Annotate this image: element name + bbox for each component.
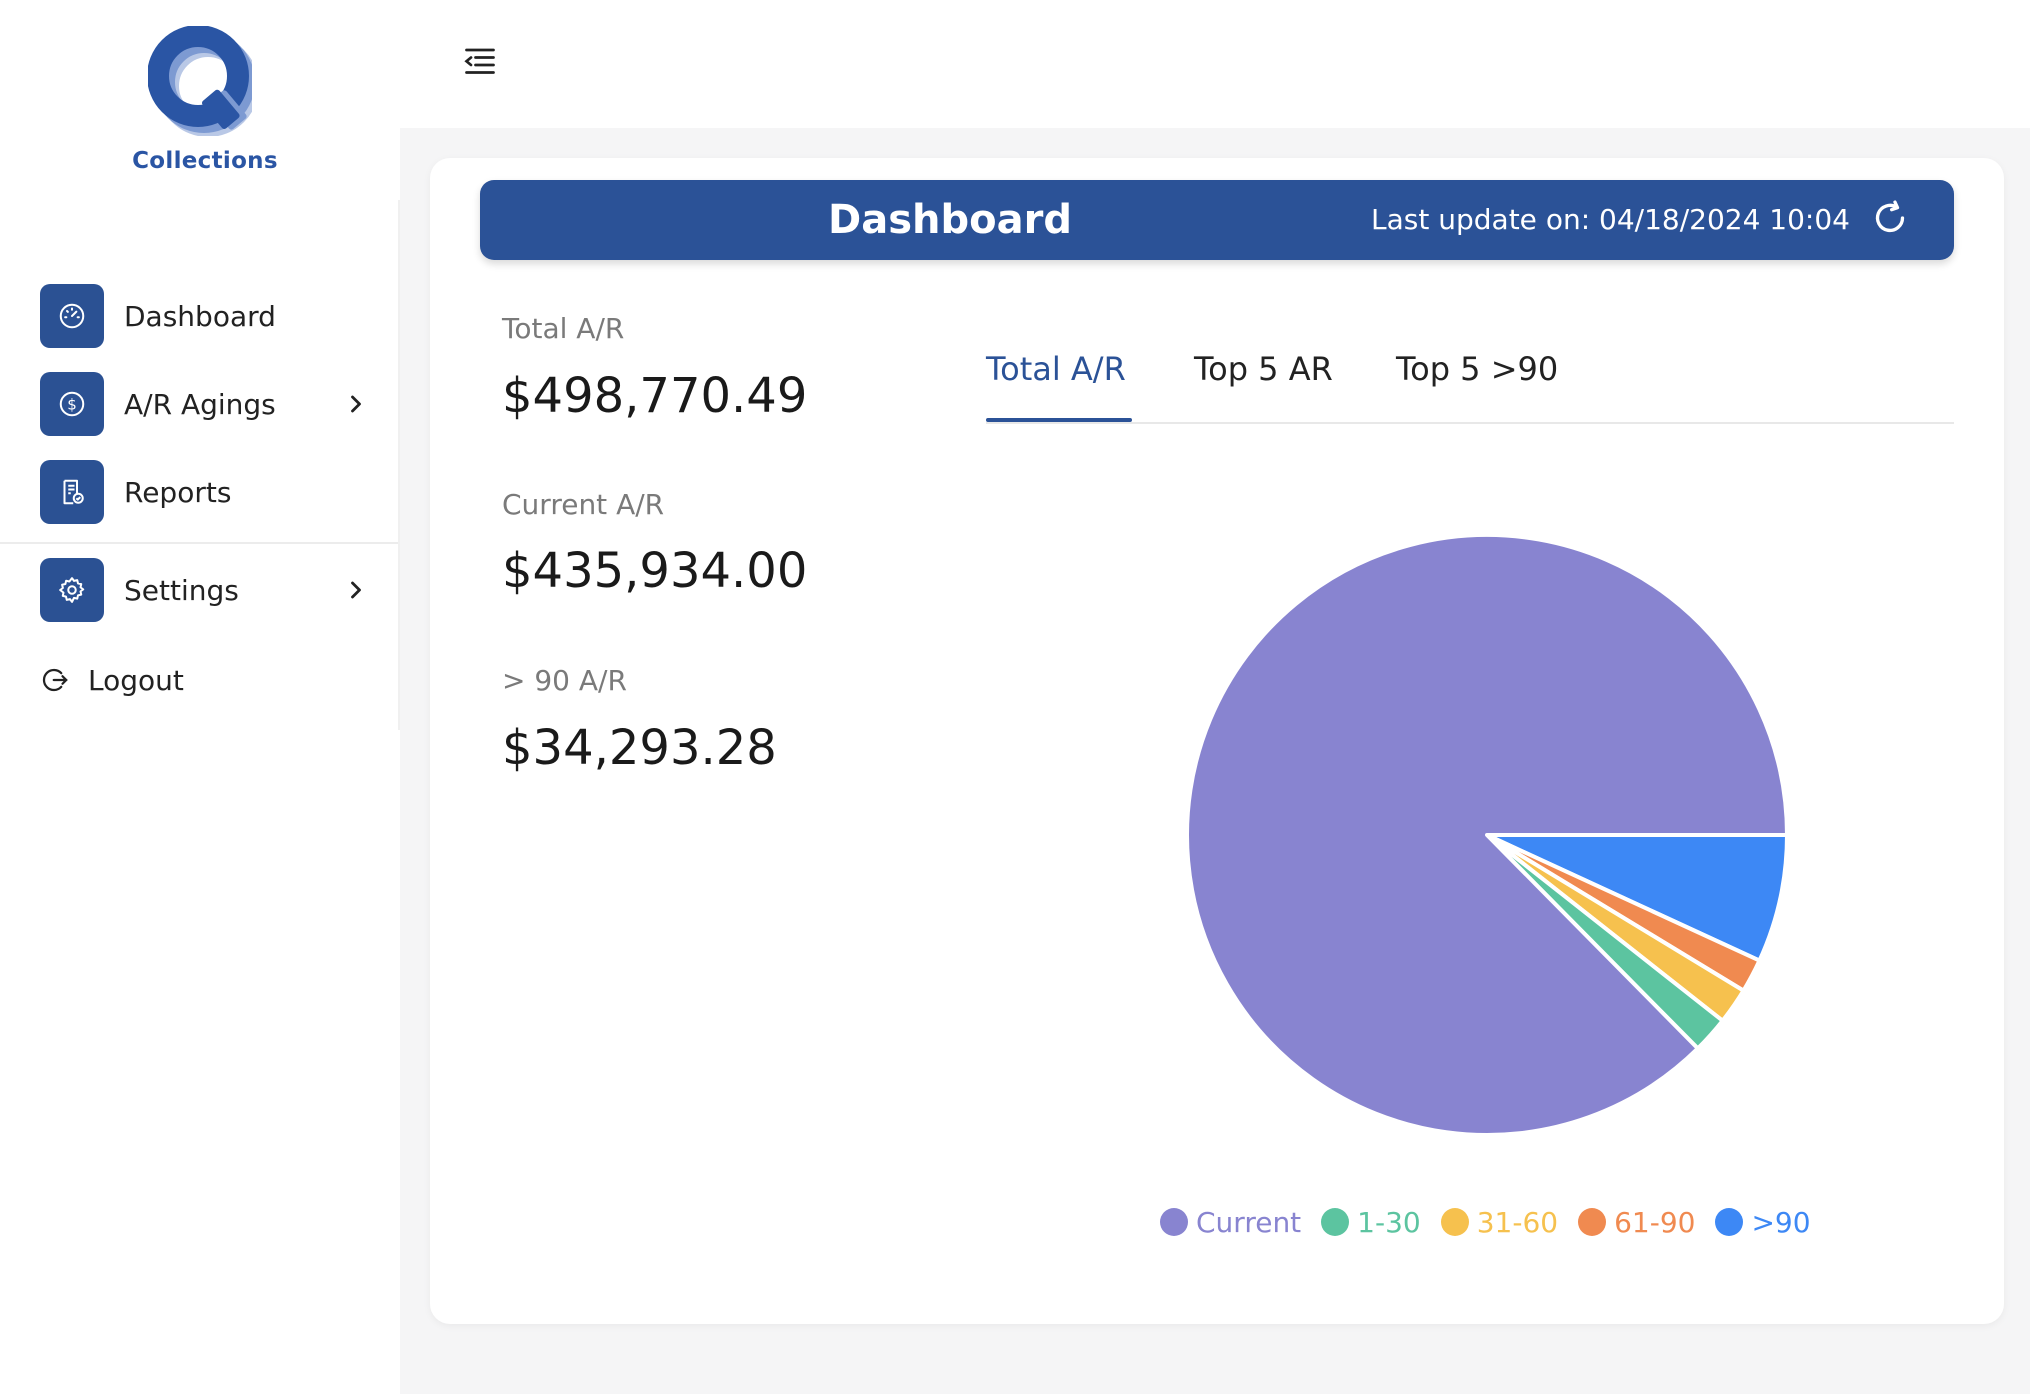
- chevron-right-icon: [351, 395, 361, 413]
- sidebar-item-label: Dashboard: [124, 299, 276, 333]
- legend-label: 1-30: [1357, 1205, 1421, 1239]
- tab-top5-ar[interactable]: Top 5 AR: [1194, 350, 1333, 388]
- sidebar-item-label: A/R Agings: [124, 387, 276, 421]
- gear-icon: [40, 558, 104, 622]
- legend-label: Current: [1196, 1205, 1302, 1239]
- total-ar-label: Total A/R: [502, 312, 625, 345]
- legend-swatch: [1160, 1208, 1188, 1236]
- logout-icon: [42, 668, 68, 692]
- refresh-icon[interactable]: [1870, 198, 1910, 238]
- logout-label: Logout: [88, 663, 184, 697]
- sidebar-item-label: Settings: [124, 573, 239, 607]
- ar-pie-chart: [1185, 533, 1789, 1137]
- sidebar-item-label: Reports: [124, 475, 232, 509]
- over90-ar-label: > 90 A/R: [502, 664, 627, 697]
- chart-legend: Current 1-30 31-60 61-90 >90: [1160, 1202, 1831, 1242]
- menu-collapse-icon[interactable]: [462, 44, 498, 80]
- legend-swatch: [1440, 1208, 1469, 1236]
- legend-label: 31-60: [1476, 1205, 1559, 1239]
- svg-text:$: $: [67, 396, 77, 414]
- sidebar-divider: [0, 542, 400, 544]
- q-logo-icon: [148, 26, 252, 136]
- tab-total-ar[interactable]: Total A/R: [986, 350, 1126, 388]
- speedometer-icon: [40, 284, 104, 348]
- dollar-circle-icon: $: [40, 372, 104, 436]
- chart-tabs: Total A/R Top 5 AR Top 5 >90: [986, 330, 1954, 424]
- current-ar-label: Current A/R: [502, 488, 665, 521]
- sidebar-item-settings[interactable]: Settings: [40, 558, 370, 622]
- sidebar-item-dashboard[interactable]: Dashboard: [40, 284, 370, 348]
- logout-button[interactable]: Logout: [40, 660, 184, 700]
- brand-logo[interactable]: Collections: [130, 20, 280, 180]
- legend-swatch: [1578, 1208, 1607, 1236]
- total-ar-value: $498,770.49: [502, 368, 808, 424]
- last-update-text: Last update on: 04/18/2024 10:04: [1371, 203, 1850, 236]
- sidebar: Collections Dashboard $ A/R Agings Repor…: [0, 0, 400, 1394]
- active-tab-indicator: [986, 418, 1132, 422]
- chevron-right-icon: [351, 581, 361, 599]
- legend-item[interactable]: >90: [1715, 1205, 1811, 1239]
- legend-label: 61-90: [1614, 1205, 1696, 1239]
- legend-item[interactable]: 1-30: [1321, 1206, 1421, 1239]
- legend-swatch: [1715, 1208, 1744, 1236]
- brand-name: Collections: [132, 148, 278, 174]
- legend-item[interactable]: Current: [1160, 1206, 1301, 1239]
- legend-item[interactable]: 61-90: [1578, 1206, 1695, 1239]
- app-root: Collections Dashboard $ A/R Agings Repor…: [0, 0, 2030, 1394]
- sidebar-item-ar-agings[interactable]: $ A/R Agings: [40, 372, 370, 436]
- legend-label: >90: [1751, 1205, 1811, 1239]
- tab-top5-over90[interactable]: Top 5 >90: [1396, 350, 1558, 388]
- page-title: Dashboard: [828, 197, 1072, 243]
- pie-slice-current[interactable]: [1185, 533, 1789, 1137]
- legend-item[interactable]: 31-60: [1440, 1205, 1559, 1239]
- over90-ar-value: $34,293.28: [502, 720, 777, 776]
- current-ar-value: $435,934.00: [502, 543, 808, 599]
- sidebar-item-reports[interactable]: Reports: [40, 460, 370, 524]
- dashboard-header: Dashboard Last update on: 04/18/2024 10:…: [480, 180, 1954, 260]
- report-check-icon: [40, 460, 104, 524]
- legend-swatch: [1321, 1208, 1350, 1236]
